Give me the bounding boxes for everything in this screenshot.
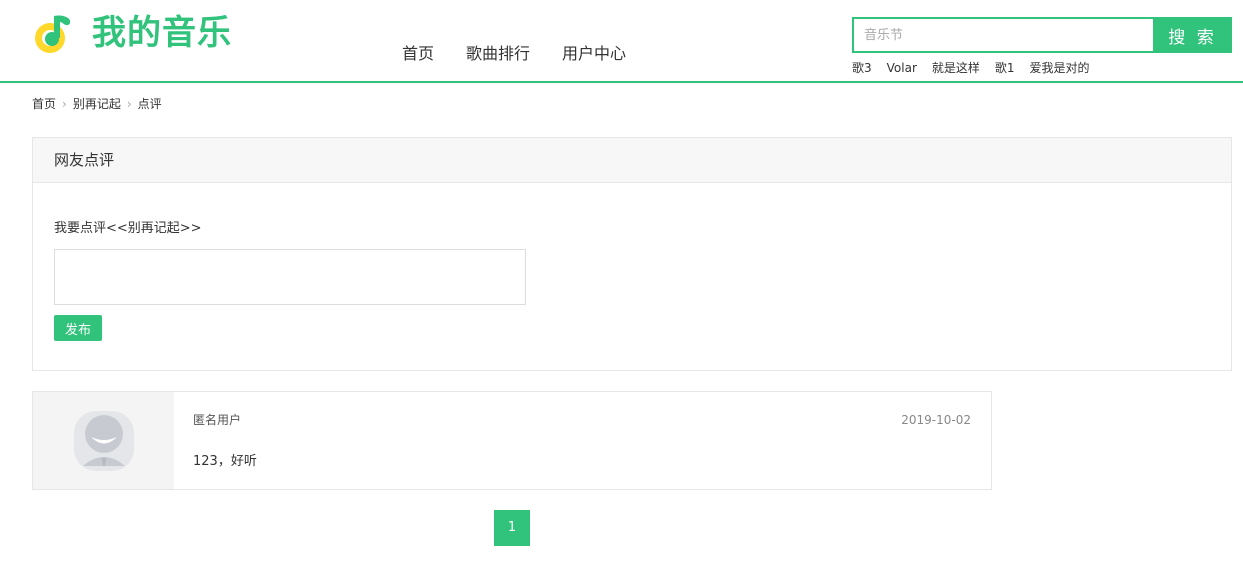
nav-item-home[interactable]: 首页 bbox=[402, 44, 434, 64]
panel-title: 网友点评 bbox=[33, 138, 1231, 183]
hot-word-link[interactable]: Volar bbox=[887, 60, 917, 76]
chevron-right-icon: › bbox=[126, 97, 132, 111]
site-logo[interactable]: 我的音乐 bbox=[32, 10, 232, 56]
hot-search-words: 歌3 Volar 就是这样 歌1 爱我是对的 bbox=[852, 60, 1105, 76]
breadcrumb-current: 点评 bbox=[137, 97, 162, 111]
music-note-logo-icon bbox=[35, 15, 71, 53]
page-button-current[interactable]: 1 bbox=[494, 510, 530, 546]
hot-word-link[interactable]: 歌1 bbox=[995, 60, 1015, 76]
comment-username: 匿名用户 bbox=[193, 413, 242, 427]
nav-item-user-center[interactable]: 用户中心 bbox=[562, 44, 626, 64]
comment-form-label: 我要点评<<别再记起>> bbox=[54, 221, 202, 236]
panel-body: 我要点评<<别再记起>> 发布 bbox=[33, 183, 1231, 341]
breadcrumb-song[interactable]: 别再记起 bbox=[73, 96, 121, 112]
chevron-right-icon: › bbox=[62, 97, 67, 111]
breadcrumb-home[interactable]: 首页 bbox=[32, 96, 56, 112]
default-avatar-icon bbox=[73, 410, 134, 471]
comment-date: 2019-10-02 bbox=[901, 413, 971, 427]
hot-word-link[interactable]: 爱我是对的 bbox=[1030, 60, 1090, 76]
nav-item-song-ranking[interactable]: 歌曲排行 bbox=[466, 44, 530, 64]
comment-item: 匿名用户 2019-10-02 123，好听 bbox=[32, 391, 992, 490]
site-header: 我的音乐 首页 歌曲排行 用户中心 搜 索 歌3 Volar 就是这样 歌1 爱… bbox=[0, 0, 1243, 83]
avatar-container bbox=[33, 392, 174, 489]
comment-content: 匿名用户 2019-10-02 123，好听 bbox=[174, 392, 991, 489]
main-nav: 首页 歌曲排行 用户中心 bbox=[402, 44, 658, 64]
site-title: 我的音乐 bbox=[92, 13, 232, 53]
hot-word-link[interactable]: 歌3 bbox=[852, 60, 872, 76]
pagination: 1 bbox=[494, 510, 530, 546]
search-input[interactable] bbox=[852, 17, 1153, 53]
comment-form-panel: 网友点评 我要点评<<别再记起>> 发布 bbox=[32, 137, 1232, 371]
comment-textarea[interactable] bbox=[54, 249, 526, 305]
hot-word-link[interactable]: 就是这样 bbox=[932, 60, 980, 76]
search-button[interactable]: 搜 索 bbox=[1153, 17, 1232, 53]
search-box: 搜 索 bbox=[852, 17, 1232, 53]
comment-text: 123，好听 bbox=[193, 454, 257, 469]
publish-button[interactable]: 发布 bbox=[54, 315, 102, 341]
breadcrumb: 首页 › 别再记起 › 点评 bbox=[32, 96, 162, 112]
